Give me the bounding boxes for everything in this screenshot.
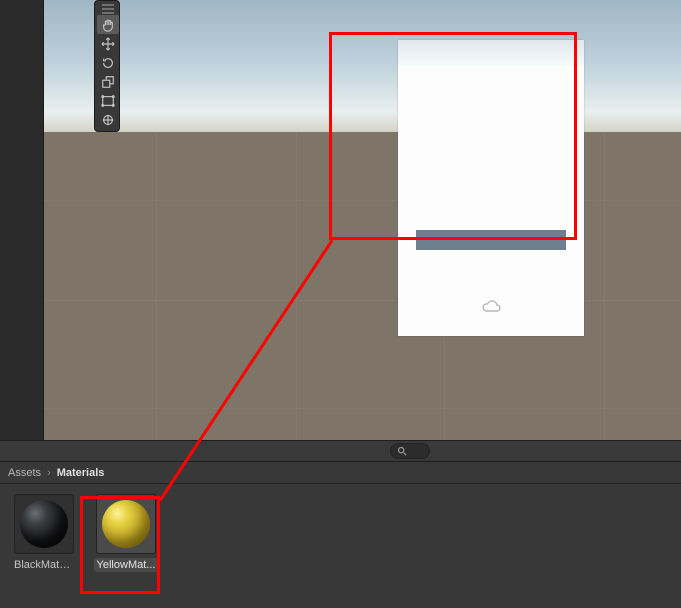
project-toolbar	[0, 440, 681, 462]
material-sphere-icon	[20, 500, 68, 548]
breadcrumb: Assets › Materials	[0, 462, 681, 484]
scene-sky	[44, 0, 681, 132]
rect-tool-icon	[101, 94, 115, 108]
cloud-icon	[479, 298, 503, 314]
asset-thumbnail[interactable]	[96, 494, 156, 554]
asset-grid[interactable]: BlackMater... YellowMat...	[0, 484, 681, 608]
asset-label: BlackMater...	[11, 558, 77, 572]
scene-object-quad[interactable]	[398, 40, 584, 336]
transform-tool-button[interactable]	[97, 110, 119, 129]
drag-handle-icon[interactable]	[97, 3, 119, 15]
material-sphere-icon	[102, 500, 150, 548]
breadcrumb-root[interactable]: Assets	[8, 467, 41, 479]
asset-label: YellowMat...	[94, 558, 159, 572]
rotate-tool-icon	[101, 56, 115, 70]
asset-item[interactable]: BlackMater...	[10, 494, 78, 598]
asset-thumbnail[interactable]	[14, 494, 74, 554]
scene-object-top-shade	[398, 40, 584, 66]
rotate-tool-button[interactable]	[97, 53, 119, 72]
move-tool-icon	[101, 37, 115, 51]
workspace	[0, 0, 681, 440]
asset-item[interactable]: YellowMat...	[92, 494, 160, 598]
rect-tool-button[interactable]	[97, 91, 119, 110]
hierarchy-panel-strip	[0, 0, 44, 440]
scale-tool-icon	[101, 75, 115, 89]
scene-object-slot	[416, 230, 566, 250]
project-search[interactable]	[390, 443, 430, 459]
chevron-right-icon: ›	[47, 467, 51, 479]
transform-tool-icon	[101, 113, 115, 127]
scene-tool-toolbar[interactable]	[94, 0, 120, 132]
scene-view[interactable]	[44, 0, 681, 440]
hand-tool-icon	[101, 18, 115, 32]
move-tool-button[interactable]	[97, 34, 119, 53]
breadcrumb-current[interactable]: Materials	[57, 467, 105, 479]
scene-grid	[44, 132, 681, 440]
search-icon	[397, 446, 407, 456]
scale-tool-button[interactable]	[97, 72, 119, 91]
hand-tool-button[interactable]	[97, 15, 119, 34]
